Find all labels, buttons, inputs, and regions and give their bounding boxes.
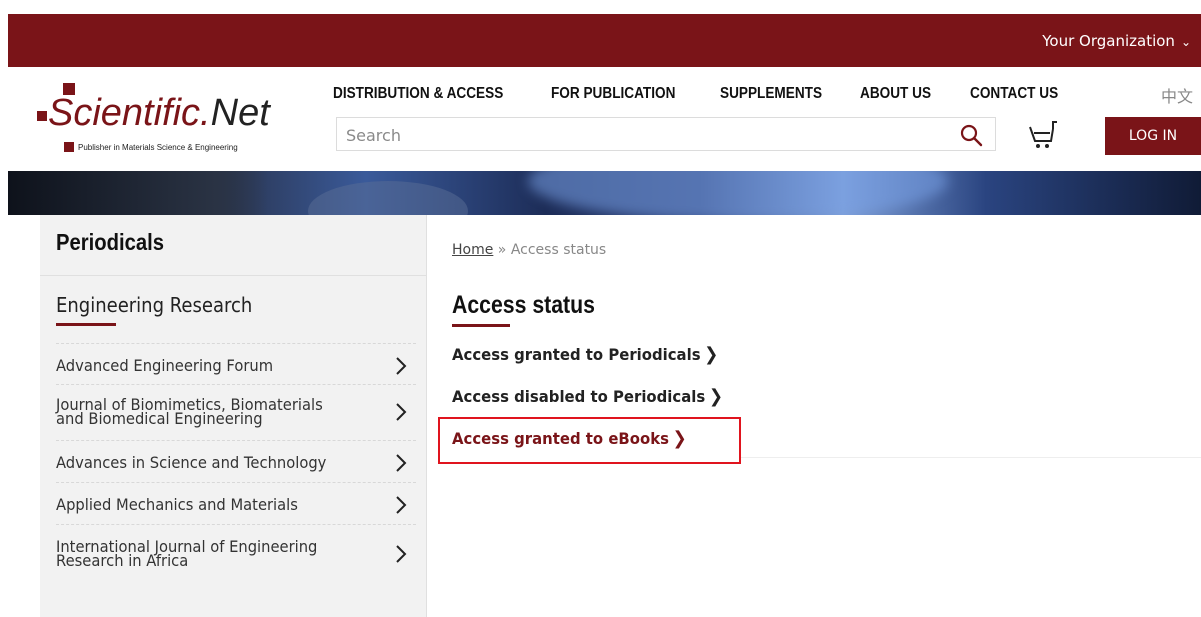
- nav-for-publication[interactable]: FOR PUBLICATION: [551, 85, 675, 103]
- logo-tagline: Publisher in Materials Science & Enginee…: [78, 143, 238, 152]
- breadcrumb-current: Access status: [510, 242, 607, 258]
- nav-supplements[interactable]: SUPPLEMENTS: [720, 85, 822, 103]
- chevron-down-icon: ⌄: [1180, 35, 1191, 49]
- chevron-right-icon: [396, 357, 407, 375]
- cart-icon[interactable]: [1028, 119, 1058, 149]
- site-header: Scientific.Net Publisher in Materials Sc…: [8, 67, 1201, 171]
- logo-square: [64, 142, 74, 152]
- logo-wordmark-accent: Net: [210, 92, 270, 134]
- link-access-granted-periodicals[interactable]: Access granted to Periodicals ❯: [452, 344, 718, 365]
- search-box: [336, 117, 996, 152]
- sidebar-item-advances-in-science-and-technology[interactable]: Advances in Science and Technology: [56, 440, 416, 483]
- sidebar-subtitle: Engineering Research: [56, 293, 253, 317]
- selection-highlight-box: [438, 417, 741, 464]
- search-input[interactable]: [337, 118, 948, 152]
- site-logo[interactable]: Scientific.Net Publisher in Materials Sc…: [35, 81, 305, 161]
- chevron-right-icon: ❯: [708, 386, 723, 407]
- sidebar-divider: [40, 275, 426, 276]
- banner-shadow: [8, 171, 268, 215]
- page-title: Access status: [452, 291, 595, 319]
- banner-highlight: [528, 171, 948, 215]
- logo-wordmark: Scientific.Net: [48, 92, 270, 135]
- chevron-right-icon: [396, 454, 407, 472]
- sidebar-item-label: Research in Africa: [56, 551, 189, 570]
- nav-about-us[interactable]: ABOUT US: [860, 85, 931, 103]
- link-access-disabled-periodicals[interactable]: Access disabled to Periodicals ❯: [452, 386, 723, 407]
- organization-label: Your Organization: [1042, 32, 1175, 50]
- link-label: Access disabled to Periodicals: [452, 387, 706, 406]
- banner-highlight: [308, 181, 468, 215]
- sidebar-item-label: and Biomedical Engineering: [56, 409, 263, 428]
- chevron-right-icon: ❯: [704, 344, 719, 365]
- nav-contact-us[interactable]: CONTACT US: [970, 85, 1058, 103]
- link-label: Access granted to Periodicals: [452, 345, 701, 364]
- chevron-right-icon: [396, 403, 407, 421]
- top-bar: Your Organization ⌄: [8, 14, 1201, 67]
- sidebar-item-label: Advances in Science and Technology: [56, 453, 327, 472]
- nav-distribution-access[interactable]: DISTRIBUTION & ACCESS: [333, 85, 503, 103]
- breadcrumb-home-link[interactable]: Home: [452, 242, 493, 258]
- organization-dropdown[interactable]: Your Organization ⌄: [1042, 32, 1191, 50]
- chevron-right-icon: [396, 545, 407, 563]
- search-icon[interactable]: [959, 123, 983, 147]
- breadcrumb: Home » Access status: [452, 242, 606, 258]
- logo-wordmark-main: Scientific.: [48, 92, 211, 134]
- hero-banner: [8, 171, 1201, 215]
- periodicals-sidebar: Periodicals Engineering Research Advance…: [40, 215, 427, 617]
- page-frame: Your Organization ⌄ Scientific.Net Publis…: [8, 14, 1201, 617]
- sidebar-item-applied-mechanics-and-materials[interactable]: Applied Mechanics and Materials: [56, 482, 416, 525]
- sidebar-title: Periodicals: [56, 229, 165, 255]
- sidebar-subtitle-underline: [56, 323, 116, 326]
- page-title-underline: [452, 324, 510, 327]
- breadcrumb-separator: »: [497, 242, 507, 258]
- logo-square: [37, 111, 47, 121]
- language-switch[interactable]: 中文: [1161, 83, 1193, 107]
- login-button[interactable]: LOG IN: [1105, 117, 1201, 155]
- content-divider: [741, 457, 1201, 458]
- sidebar-item-label: Applied Mechanics and Materials: [56, 495, 298, 514]
- sidebar-item-international-journal-of-engineering-research[interactable]: International Journal of Engineering Res…: [56, 524, 416, 585]
- chevron-right-icon: [396, 496, 407, 514]
- sidebar-item-label: Advanced Engineering Forum: [56, 356, 274, 375]
- sidebar-item-advanced-engineering-forum[interactable]: Advanced Engineering Forum: [56, 343, 416, 385]
- sidebar-item-journal-of-biomimetics[interactable]: Journal of Biomimetics, Biomaterials and…: [56, 384, 416, 441]
